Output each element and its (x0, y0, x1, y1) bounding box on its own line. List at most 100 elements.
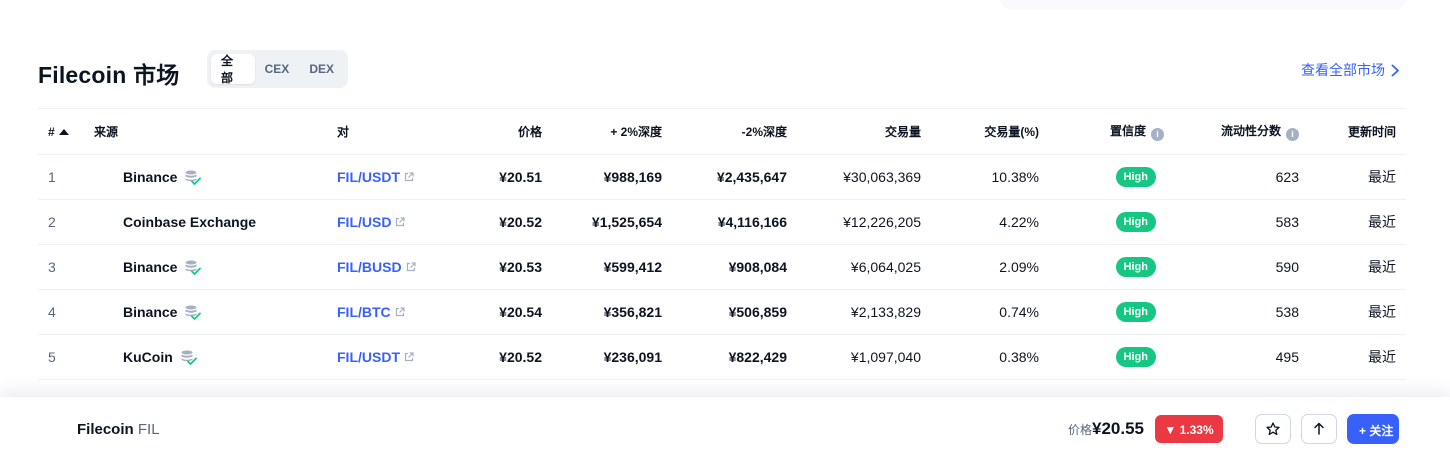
exchange-name[interactable]: Binance (123, 169, 177, 185)
confidence-badge: High (1115, 167, 1156, 187)
verified-database-icon (185, 170, 202, 185)
external-link-icon (395, 307, 405, 317)
row-updated: 最近 (1309, 154, 1406, 200)
row-plus-depth: ¥988,169 (542, 154, 662, 200)
table-row: 2 Coinbase Exchange FIL/USD ¥20.52 ¥1,52… (38, 199, 1406, 245)
row-pair: FIL/BTC (337, 289, 457, 335)
row-pair: FIL/BUSD (337, 244, 457, 290)
row-volume-pct: 0.38% (921, 334, 1039, 380)
price-value: ¥20.55 (1092, 419, 1145, 438)
pair-link[interactable]: FIL/BUSD (337, 259, 402, 275)
row-minus-depth: ¥2,435,647 (662, 154, 787, 200)
row-volume-pct: 0.74% (921, 289, 1039, 335)
exchange-name[interactable]: Binance (123, 304, 177, 320)
section-title: Filecoin 市场 (38, 62, 180, 88)
row-volume: ¥30,063,369 (787, 154, 921, 200)
exchange-name[interactable]: Coinbase Exchange (123, 214, 256, 230)
row-confidence: High (1039, 199, 1164, 245)
row-plus-depth: ¥1,525,654 (542, 199, 662, 245)
row-source: Binance (94, 289, 337, 335)
row-price: ¥20.53 (457, 244, 542, 290)
external-link-icon (396, 217, 406, 227)
col-confidence[interactable]: 置信度 i (1039, 108, 1164, 155)
chevron-right-icon (1391, 64, 1399, 76)
col-updated[interactable]: 更新时间 (1309, 108, 1406, 155)
view-all-markets-link[interactable]: 查看全部市场 (1301, 60, 1400, 80)
tab-all[interactable]: 全部 (211, 54, 255, 85)
external-link-icon (404, 172, 414, 182)
row-volume: ¥12,226,205 (787, 199, 921, 245)
row-price: ¥20.54 (457, 289, 542, 335)
verified-database-icon (185, 305, 202, 320)
share-button[interactable] (1301, 414, 1337, 444)
info-icon[interactable]: i (1151, 128, 1164, 141)
row-pair: FIL/USD (337, 199, 457, 245)
row-confidence: High (1039, 244, 1164, 290)
table-row: 5 KuCoin FIL/USDT ¥20.52 ¥236,091 ¥822,4… (38, 334, 1406, 380)
star-icon (1266, 422, 1280, 436)
row-pair: FIL/USDT (337, 334, 457, 380)
row-liquidity: 495 (1164, 334, 1309, 380)
row-volume-pct: 10.38% (921, 154, 1039, 200)
price-change-badge: ▼ 1.33% (1155, 415, 1223, 443)
row-liquidity: 590 (1164, 244, 1309, 290)
row-rank: 3 (38, 244, 94, 290)
exchange-name[interactable]: KuCoin (123, 349, 173, 365)
col-liquidity[interactable]: 流动性分数 i (1164, 108, 1309, 155)
row-plus-depth: ¥599,412 (542, 244, 662, 290)
row-minus-depth: ¥506,859 (662, 289, 787, 335)
pair-link[interactable]: FIL/USDT (337, 169, 400, 185)
table-row: 1 Binance FIL/USDT ¥20.51 ¥988,169 ¥2,43… (38, 154, 1406, 200)
col-confidence-label: 置信度 (1109, 124, 1146, 138)
col-volume[interactable]: 交易量 (787, 108, 921, 155)
row-rank: 4 (38, 289, 94, 335)
row-volume: ¥2,133,829 (787, 289, 921, 335)
row-minus-depth: ¥908,084 (662, 244, 787, 290)
row-confidence: High (1039, 334, 1164, 380)
row-rank: 1 (38, 154, 94, 200)
view-all-label: 查看全部市场 (1301, 62, 1385, 78)
row-price: ¥20.52 (457, 199, 542, 245)
col-minus-depth[interactable]: -2%深度 (662, 108, 787, 155)
sticky-coin-bar: Filecoin FIL 价格¥20.55 ▼ 1.33% + 关注 (0, 397, 1450, 457)
pair-link[interactable]: FIL/USD (337, 214, 391, 230)
info-icon[interactable]: i (1286, 128, 1299, 141)
tab-cex[interactable]: CEX (255, 54, 300, 84)
row-volume: ¥1,097,040 (787, 334, 921, 380)
price-label: 价格 (1068, 423, 1093, 437)
row-minus-depth: ¥822,429 (662, 334, 787, 380)
market-type-tabs: 全部 CEX DEX (207, 50, 348, 88)
row-rank: 5 (38, 334, 94, 380)
row-confidence: High (1039, 289, 1164, 335)
pair-link[interactable]: FIL/BTC (337, 304, 391, 320)
pair-link[interactable]: FIL/USDT (337, 349, 400, 365)
row-updated: 最近 (1309, 244, 1406, 290)
row-minus-depth: ¥4,116,166 (662, 199, 787, 245)
col-price[interactable]: 价格 (457, 108, 542, 155)
row-rank: 2 (38, 199, 94, 245)
row-updated: 最近 (1309, 334, 1406, 380)
tab-dex[interactable]: DEX (299, 54, 344, 84)
col-rank[interactable]: # (38, 108, 94, 155)
markets-table: # 来源 对 价格 + 2%深度 -2%深度 交易量 交易量(%) 置信度 i 流… (38, 108, 1406, 380)
verified-database-icon (181, 350, 197, 365)
follow-button[interactable]: + 关注 (1347, 414, 1399, 444)
row-volume-pct: 2.09% (921, 244, 1039, 290)
col-source[interactable]: 来源 (94, 108, 337, 155)
markets-header: Filecoin 市场 全部 CEX DEX 查看全部市场 (38, 50, 1406, 90)
col-pair[interactable]: 对 (337, 108, 457, 155)
row-updated: 最近 (1309, 199, 1406, 245)
confidence-badge: High (1115, 347, 1156, 367)
col-volume-pct[interactable]: 交易量(%) (921, 108, 1039, 155)
row-confidence: High (1039, 154, 1164, 200)
exchange-name[interactable]: Binance (123, 259, 177, 275)
watchlist-star-button[interactable] (1255, 414, 1291, 444)
row-liquidity: 538 (1164, 289, 1309, 335)
row-source: Binance (94, 154, 337, 200)
share-icon (1314, 422, 1324, 435)
row-liquidity: 583 (1164, 199, 1309, 245)
col-plus-depth[interactable]: + 2%深度 (542, 108, 662, 155)
row-volume-pct: 4.22% (921, 199, 1039, 245)
verified-database-icon (185, 260, 202, 275)
top-card (1000, 0, 1406, 10)
